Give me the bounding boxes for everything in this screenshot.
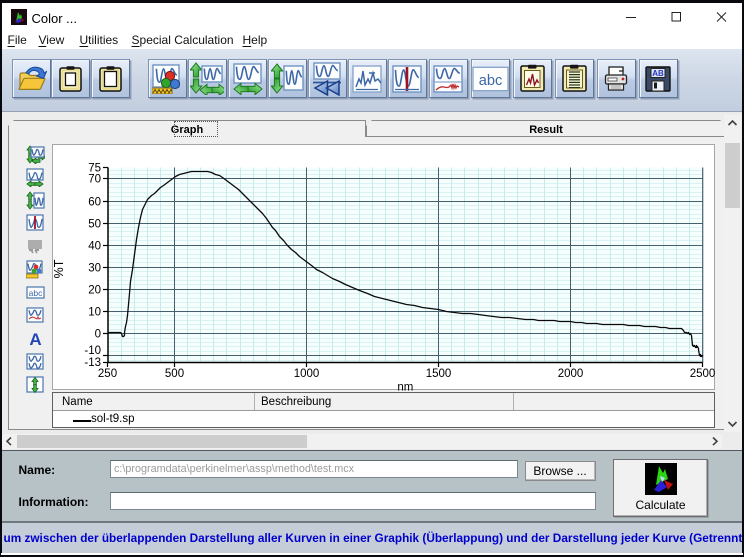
svg-text:abc: abc	[29, 288, 43, 298]
svg-text:250: 250	[98, 368, 117, 380]
svg-text:60: 60	[88, 196, 101, 208]
svg-text:1000: 1000	[294, 368, 320, 380]
svg-text:2000: 2000	[558, 368, 584, 380]
svg-text:0: 0	[95, 328, 101, 340]
svg-text:AB: AB	[652, 69, 664, 78]
svg-text:2500: 2500	[690, 368, 716, 380]
svg-text:500: 500	[165, 368, 184, 380]
svg-text:%T: %T	[53, 259, 66, 278]
svg-text:10: 10	[88, 306, 101, 318]
svg-text:70: 70	[88, 173, 101, 185]
svg-text:30: 30	[88, 262, 101, 274]
svg-text:A: A	[29, 330, 41, 348]
svg-text:40: 40	[88, 240, 101, 252]
svg-text:1500: 1500	[426, 368, 452, 380]
svg-text:20: 20	[88, 284, 101, 296]
svg-text:50: 50	[88, 218, 101, 230]
svg-text:-10: -10	[84, 345, 101, 357]
svg-text:abc: abc	[478, 72, 502, 88]
svg-text:nm: nm	[397, 382, 413, 392]
